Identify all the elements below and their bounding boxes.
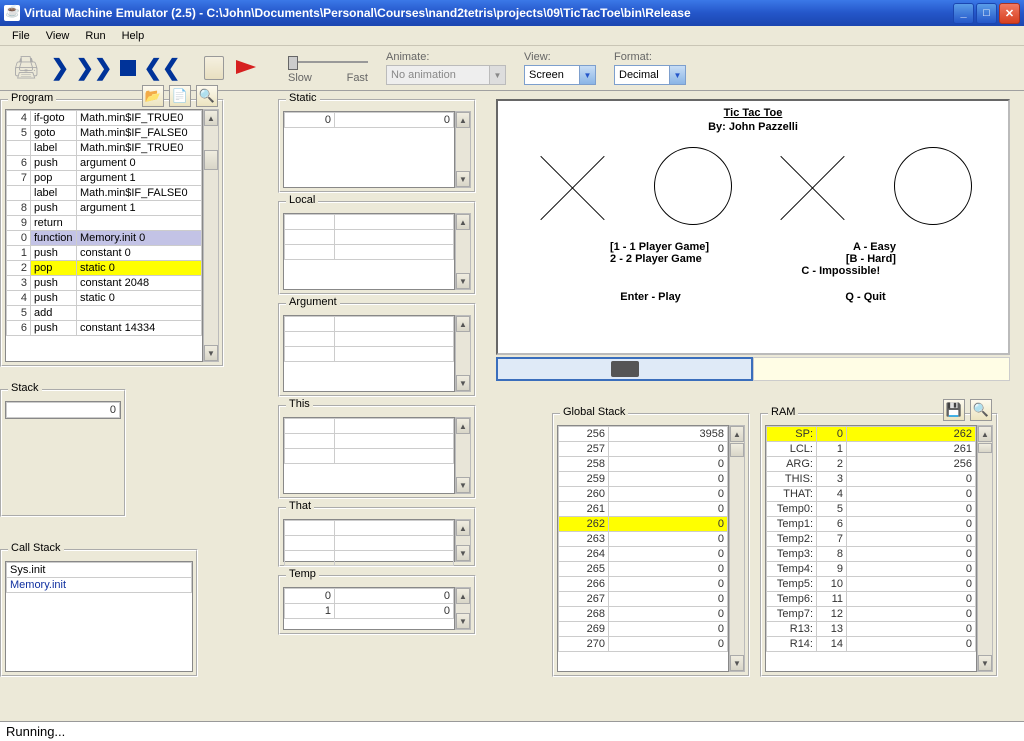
stop-button[interactable]	[114, 54, 142, 82]
argument-panel: Argument ▲▼	[278, 303, 476, 397]
minimize-button[interactable]: _	[953, 3, 974, 24]
local-panel: Local ▲▼	[278, 201, 476, 295]
temp-table[interactable]: 0010	[283, 587, 455, 630]
format-combo[interactable]: Decimal▼	[614, 65, 686, 85]
screen-title: Tic Tac Toe	[498, 107, 1008, 119]
local-scrollbar[interactable]: ▲▼	[455, 213, 471, 290]
callstack-title: Call Stack	[8, 542, 64, 554]
that-scrollbar[interactable]: ▲▼	[455, 519, 471, 562]
ram-search-button[interactable]: 🔍	[970, 399, 992, 421]
this-scrollbar[interactable]: ▲▼	[455, 417, 471, 494]
global-stack-scrollbar[interactable]: ▲▼	[729, 425, 745, 672]
global-stack-table[interactable]: 2563958257025802590260026102620263026402…	[557, 425, 729, 672]
temp-scrollbar[interactable]: ▲▼	[455, 587, 471, 630]
x-icon	[534, 147, 612, 225]
static-panel: Static 00 ▲▼	[278, 99, 476, 193]
view-combo[interactable]: Screen▼	[524, 65, 596, 85]
step-button[interactable]: ❯	[46, 54, 74, 82]
program-table[interactable]: 4if-gotoMath.min$IF_TRUE05gotoMath.min$I…	[5, 109, 203, 362]
animate-combo: No animation▼	[386, 65, 506, 85]
keyboard-bar	[496, 357, 1010, 381]
menu-view[interactable]: View	[38, 28, 78, 44]
local-table[interactable]	[283, 213, 455, 290]
slow-label: Slow	[288, 72, 312, 84]
global-stack-title: Global Stack	[560, 406, 628, 418]
keyboard-icon	[611, 361, 639, 377]
static-table[interactable]: 00	[283, 111, 455, 188]
menu-help[interactable]: Help	[114, 28, 153, 44]
this-panel: This ▲▼	[278, 405, 476, 499]
stack-panel: Stack 0	[0, 389, 126, 517]
search-button[interactable]: 🔍	[196, 85, 218, 107]
stack-table[interactable]: 0	[5, 401, 121, 419]
ram-scrollbar[interactable]: ▲▼	[977, 425, 993, 672]
program-scrollbar[interactable]: ▲▼	[203, 109, 219, 362]
maximize-button[interactable]: □	[976, 3, 997, 24]
argument-scrollbar[interactable]: ▲▼	[455, 315, 471, 392]
program-title: Program	[8, 92, 56, 104]
print-button[interactable]: 🖨	[12, 54, 40, 82]
stack-value: 0	[7, 403, 120, 418]
static-scrollbar[interactable]: ▲▼	[455, 111, 471, 188]
menu-file[interactable]: File	[4, 28, 38, 44]
ram-panel: RAM 💾 🔍 SP:0262LCL:1261ARG:2256THIS:30TH…	[760, 413, 998, 677]
new-file-button[interactable]: 📄	[169, 85, 191, 107]
that-table[interactable]	[283, 519, 455, 562]
java-icon	[4, 5, 20, 21]
menubar: File View Run Help	[0, 26, 1024, 46]
global-stack-panel: Global Stack 256395825702580259026002610…	[552, 413, 750, 677]
status-bar: Running...	[0, 721, 1024, 741]
that-panel: That ▲▼	[278, 507, 476, 567]
rewind-button[interactable]: ❮❮	[148, 54, 176, 82]
open-folder-button[interactable]: 📂	[142, 85, 164, 107]
breakpoint-button[interactable]	[234, 54, 262, 82]
fast-forward-button[interactable]: ❯❯	[80, 54, 108, 82]
view-label: View:	[524, 51, 596, 63]
argument-table[interactable]	[283, 315, 455, 392]
callstack-table[interactable]: Sys.initMemory.init	[5, 561, 193, 672]
x-icon	[774, 147, 852, 225]
o-icon	[894, 147, 972, 225]
window-title: Virtual Machine Emulator (2.5) - C:\John…	[24, 6, 953, 20]
callstack-panel: Call Stack Sys.initMemory.init	[0, 549, 198, 677]
ram-title: RAM	[768, 406, 798, 418]
speed-slider[interactable]: Slow Fast	[288, 52, 368, 84]
menu-run[interactable]: Run	[77, 28, 113, 44]
script-button[interactable]	[200, 54, 228, 82]
o-icon	[654, 147, 732, 225]
ram-save-button[interactable]: 💾	[943, 399, 965, 421]
temp-panel: Temp 0010 ▲▼	[278, 575, 476, 635]
stack-title: Stack	[8, 382, 42, 394]
animate-label: Animate:	[386, 51, 506, 63]
screen-output: Tic Tac Toe By: John Pazzelli [1 - 1 Pla…	[496, 99, 1010, 355]
keyboard-input[interactable]	[496, 357, 753, 381]
screen-author: By: John Pazzelli	[498, 121, 1008, 133]
close-button[interactable]: ✕	[999, 3, 1020, 24]
format-label: Format:	[614, 51, 686, 63]
titlebar: Virtual Machine Emulator (2.5) - C:\John…	[0, 0, 1024, 26]
this-table[interactable]	[283, 417, 455, 494]
fast-label: Fast	[347, 72, 368, 84]
ram-table[interactable]: SP:0262LCL:1261ARG:2256THIS:30THAT:40Tem…	[765, 425, 977, 672]
program-panel: Program 📂 📄 🔍 4if-gotoMath.min$IF_TRUE05…	[0, 99, 224, 367]
